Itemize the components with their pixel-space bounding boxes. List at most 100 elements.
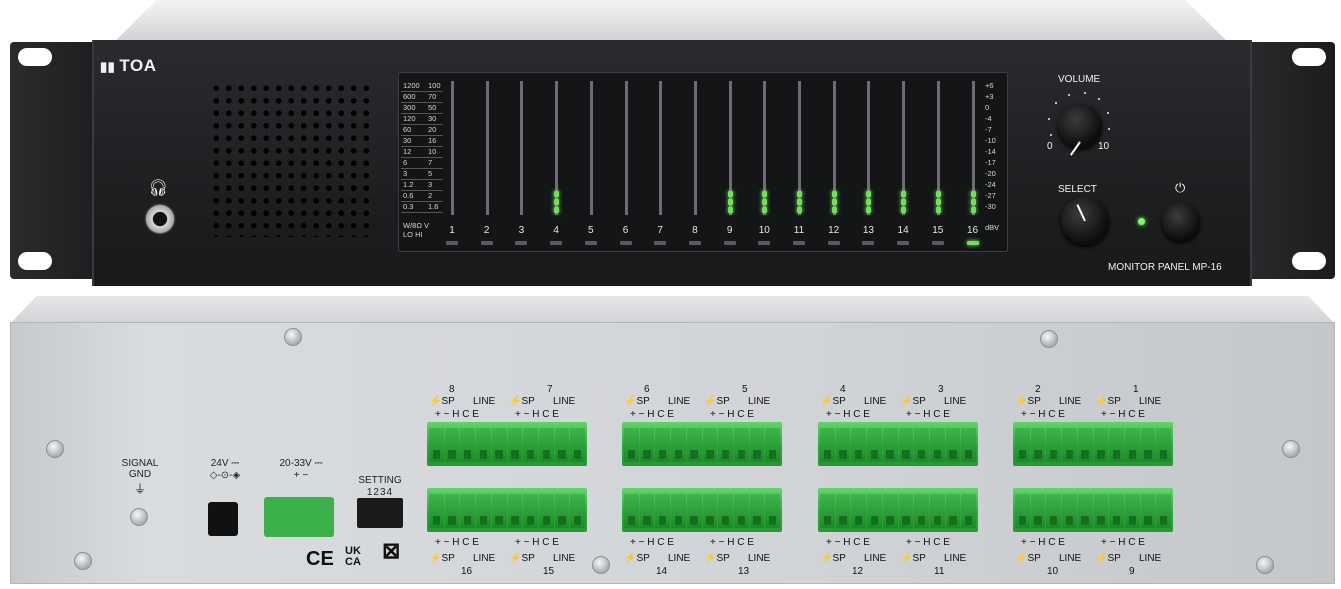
terminal-pin[interactable] [1046, 494, 1062, 528]
dc-24v-jack[interactable] [208, 502, 238, 536]
terminal-pin[interactable] [961, 428, 977, 462]
terminal-pin[interactable] [851, 428, 867, 462]
terminal-pin[interactable] [429, 428, 444, 462]
terminal-pin[interactable] [507, 428, 523, 462]
volume-knob[interactable] [1058, 104, 1102, 156]
terminal-pin[interactable] [491, 494, 507, 528]
terminal-pin[interactable] [1109, 428, 1124, 462]
terminal-pin[interactable] [1156, 494, 1172, 528]
terminal-pin[interactable] [929, 428, 945, 462]
terminal-pin[interactable] [1030, 428, 1046, 462]
terminal-pin[interactable] [733, 428, 749, 462]
channel-group-label: 13 [738, 566, 750, 577]
terminal-pin[interactable] [1062, 494, 1077, 528]
terminal-pin[interactable] [1093, 494, 1109, 528]
channel-number: 3 [518, 225, 525, 236]
channel-select-led [827, 241, 840, 245]
terminal-pin[interactable] [1156, 428, 1172, 462]
terminal-pin[interactable] [718, 494, 733, 528]
terminal-pin[interactable] [733, 494, 749, 528]
terminal-block-top[interactable] [622, 422, 782, 466]
terminal-pin[interactable] [749, 428, 765, 462]
terminal-pin[interactable] [914, 428, 929, 462]
terminal-pin[interactable] [882, 428, 898, 462]
terminal-pin[interactable] [476, 428, 491, 462]
terminal-pin[interactable] [702, 428, 718, 462]
terminal-pin[interactable] [639, 428, 655, 462]
terminal-pin[interactable] [1077, 494, 1093, 528]
terminal-pin[interactable] [961, 494, 977, 528]
terminal-block-top[interactable] [1013, 422, 1173, 466]
terminal-pin[interactable] [1046, 428, 1062, 462]
terminal-pin[interactable] [686, 428, 702, 462]
terminal-pin[interactable] [655, 428, 671, 462]
terminal-pin[interactable] [945, 494, 961, 528]
terminal-block-top[interactable] [818, 422, 978, 466]
terminal-pin[interactable] [867, 494, 882, 528]
terminal-pin[interactable] [835, 428, 851, 462]
terminal-pin[interactable] [929, 494, 945, 528]
terminal-pin[interactable] [898, 494, 914, 528]
terminal-pin[interactable] [1140, 494, 1156, 528]
terminal-pin[interactable] [1062, 428, 1077, 462]
power-button[interactable] [1162, 203, 1200, 241]
terminal-pin[interactable] [523, 494, 538, 528]
ground-terminal[interactable] [130, 508, 148, 526]
terminal-pin[interactable] [538, 494, 554, 528]
terminal-pin[interactable] [538, 428, 554, 462]
terminal-block-bottom[interactable] [1013, 488, 1173, 532]
terminal-block-bottom[interactable] [427, 488, 587, 532]
terminal-pin[interactable] [1109, 494, 1124, 528]
terminal-pin[interactable] [718, 428, 733, 462]
terminal-pin[interactable] [1077, 428, 1093, 462]
scale-watt-label: 12 [403, 147, 412, 156]
terminal-pin[interactable] [444, 428, 460, 462]
terminal-pin[interactable] [765, 494, 781, 528]
terminal-pin[interactable] [570, 428, 586, 462]
terminal-pin[interactable] [460, 428, 476, 462]
terminal-pin[interactable] [1015, 428, 1030, 462]
terminal-pin[interactable] [820, 428, 835, 462]
terminal-pin[interactable] [882, 494, 898, 528]
terminal-pin[interactable] [820, 494, 835, 528]
terminal-block-bottom[interactable] [622, 488, 782, 532]
terminal-pin[interactable] [945, 428, 961, 462]
terminal-pin[interactable] [1015, 494, 1030, 528]
terminal-pin[interactable] [624, 494, 639, 528]
terminal-block-top[interactable] [427, 422, 587, 466]
terminal-pin[interactable] [476, 494, 491, 528]
terminal-pin[interactable] [624, 428, 639, 462]
terminal-pin[interactable] [507, 494, 523, 528]
terminal-pin[interactable] [429, 494, 444, 528]
select-knob[interactable] [1061, 197, 1109, 245]
terminal-pin[interactable] [554, 494, 570, 528]
terminal-pin[interactable] [686, 494, 702, 528]
terminal-pin[interactable] [1093, 428, 1109, 462]
terminal-pin[interactable] [570, 494, 586, 528]
terminal-pin[interactable] [867, 428, 882, 462]
terminal-pin[interactable] [491, 428, 507, 462]
terminal-pin[interactable] [914, 494, 929, 528]
headphone-jack[interactable] [144, 203, 176, 235]
dc-terminal-block[interactable] [264, 497, 334, 537]
terminal-pin[interactable] [1140, 428, 1156, 462]
terminal-pin[interactable] [749, 494, 765, 528]
terminal-pin[interactable] [765, 428, 781, 462]
terminal-pin[interactable] [1124, 428, 1140, 462]
terminal-pin[interactable] [523, 428, 538, 462]
terminal-pin[interactable] [702, 494, 718, 528]
terminal-pin[interactable] [444, 494, 460, 528]
setting-dip-switch[interactable] [357, 498, 403, 528]
terminal-pin[interactable] [671, 494, 686, 528]
terminal-pin[interactable] [851, 494, 867, 528]
terminal-pin[interactable] [460, 494, 476, 528]
terminal-pin[interactable] [671, 428, 686, 462]
terminal-pin[interactable] [835, 494, 851, 528]
terminal-pin[interactable] [655, 494, 671, 528]
terminal-pin[interactable] [639, 494, 655, 528]
terminal-pin[interactable] [554, 428, 570, 462]
terminal-pin[interactable] [1124, 494, 1140, 528]
terminal-pin[interactable] [1030, 494, 1046, 528]
terminal-block-bottom[interactable] [818, 488, 978, 532]
terminal-pin[interactable] [898, 428, 914, 462]
